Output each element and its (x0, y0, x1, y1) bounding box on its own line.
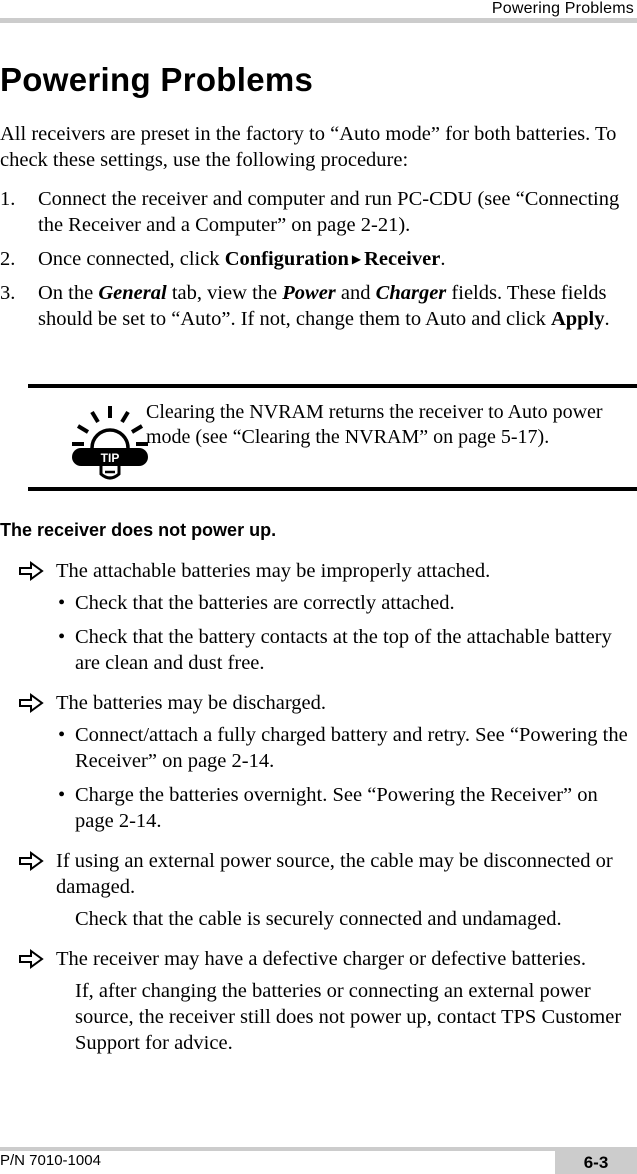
hollow-arrow-icon (19, 561, 44, 581)
cause-text: The attachable batteries may be improper… (0, 558, 637, 584)
header-rule (0, 18, 637, 23)
section-heading: The receiver does not power up. (0, 520, 277, 540)
page-title: Powering Problems (0, 61, 314, 98)
step-text: . (440, 248, 446, 270)
hollow-arrow-icon (19, 851, 44, 871)
footer-rule (0, 1147, 637, 1151)
menu-receiver: Receiver (364, 248, 441, 270)
step-text: Connect the receiver and computer and ru… (38, 188, 620, 236)
remedy-bullet: • Connect/attach a fully charged battery … (0, 722, 637, 774)
hollow-arrow-icon (19, 949, 44, 969)
menu-arrow-icon: ▶ (351, 252, 362, 266)
cause-label: If using an external power source, the c… (56, 850, 613, 898)
bullet-icon: • (58, 724, 66, 746)
cause-text: The batteries may be discharged. (0, 690, 637, 716)
remedy-text: Check that the batteries are correctly a… (75, 592, 455, 614)
tip-text: Clearing the NVRAM returns the receiver … (146, 401, 603, 448)
cause-label: The receiver may have a defective charge… (56, 948, 587, 970)
step-text: . (604, 308, 610, 330)
remedy-text: Check that the battery contacts at the t… (75, 626, 612, 674)
remedy-text: Charge the batteries overnight. See “Pow… (75, 784, 598, 832)
step-number: 3. (0, 282, 16, 304)
step-text: On the (38, 282, 99, 304)
tip-box: TIP Clearing the NVRAM returns the recei… (28, 384, 637, 491)
step-number: 2. (0, 248, 16, 270)
tab-general: General (98, 282, 167, 304)
remedy-bullet: • Charge the batteries overnight. See “Po… (0, 782, 637, 834)
troubleshooting-list: The attachable batteries may be improper… (0, 558, 637, 1070)
tip-lightbulb-icon: TIP (72, 406, 148, 480)
field-power: Power (282, 282, 336, 304)
step-text: and (335, 282, 376, 304)
remedy-bullet: • Check that the batteries are correctly … (0, 590, 637, 616)
remedy-bullet: • Check that the battery contacts at the … (0, 624, 637, 676)
step-text: Once connected, click (38, 248, 225, 270)
procedure-steps: 1. Connect the receiver and computer and… (0, 186, 630, 340)
problem-item: The batteries may be discharged. • Connec… (0, 690, 637, 834)
part-number: P/N 7010-1004 (0, 1152, 101, 1169)
bullet-icon: • (58, 626, 66, 648)
apply-button-label: Apply (550, 308, 605, 330)
procedure-step: 1. Connect the receiver and computer and… (0, 186, 630, 238)
problem-item: The receiver may have a defective charge… (0, 946, 637, 1056)
running-header: Powering Problems (491, 0, 634, 17)
cause-text: If using an external power source, the c… (0, 848, 637, 900)
procedure-step: 3. On the General tab, view the Power an… (0, 280, 630, 332)
procedure-step: 2. Once connected, click Configuration ▶ R… (0, 246, 630, 272)
tip-icon-label: TIP (101, 451, 120, 465)
page-number: 6-3 (555, 1151, 637, 1174)
remedy-list: • Connect/attach a fully charged battery … (0, 722, 637, 834)
bullet-icon: • (58, 592, 66, 614)
remedy-text: If, after changing the batteries or conn… (75, 980, 622, 1054)
remedy-text: Check that the cable is securely connect… (75, 908, 562, 930)
bullet-icon: • (58, 784, 66, 806)
menu-configuration: Configuration (224, 248, 349, 270)
remedy-text: Connect/attach a fully charged battery a… (75, 724, 628, 772)
step-text: tab, view the (166, 282, 283, 304)
cause-label: The attachable batteries may be improper… (56, 560, 491, 582)
hollow-arrow-icon (19, 693, 44, 713)
problem-item: If using an external power source, the c… (0, 848, 637, 932)
intro-paragraph: All receivers are preset in the factory … (0, 123, 617, 171)
field-charger: Charger (375, 282, 447, 304)
problem-item: The attachable batteries may be improper… (0, 558, 637, 676)
remedy-list: • Check that the batteries are correctly … (0, 590, 637, 676)
step-number: 1. (0, 188, 16, 210)
cause-text: The receiver may have a defective charge… (0, 946, 637, 972)
cause-label: The batteries may be discharged. (56, 692, 327, 714)
